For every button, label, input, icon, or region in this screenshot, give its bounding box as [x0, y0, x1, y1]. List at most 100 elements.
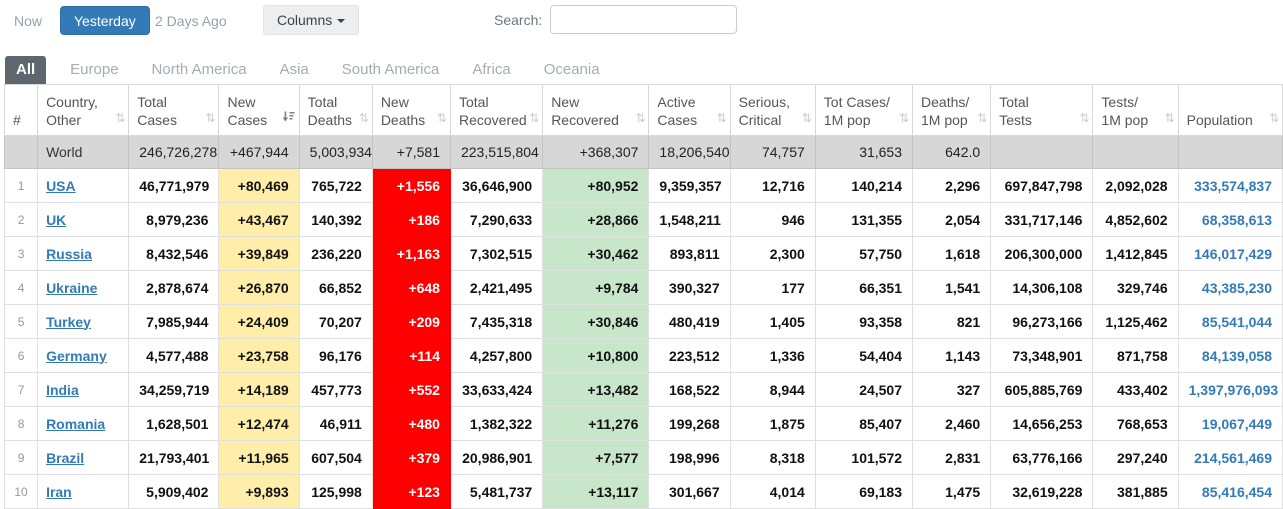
- search-input[interactable]: [550, 5, 737, 34]
- column-label: Population: [1187, 112, 1253, 128]
- cell-total_recovered: 7,435,318: [450, 305, 542, 339]
- tab-africa[interactable]: Africa: [461, 56, 521, 84]
- cell-total_cases: 4,577,488: [129, 339, 219, 373]
- tab-all[interactable]: All: [5, 56, 46, 84]
- column-header-total_cases[interactable]: Total Cases⇅: [129, 85, 219, 136]
- cell-new_deaths: +186: [372, 203, 450, 237]
- column-header-tests_per_1m[interactable]: Tests/ 1M pop⇅: [1093, 85, 1178, 136]
- tab-south-america[interactable]: South America: [331, 56, 451, 84]
- cell-total_tests: 331,717,146: [991, 203, 1093, 237]
- country-link[interactable]: Brazil: [46, 450, 84, 466]
- sort-icon: ⇅: [437, 111, 447, 127]
- country-link[interactable]: Russia: [46, 246, 92, 262]
- cell-total_deaths: 140,392: [299, 203, 372, 237]
- cell-population[interactable]: 68,358,613: [1178, 203, 1282, 237]
- covid-stats-table: #Country, Other⇅Total Cases⇅New CasesTot…: [4, 84, 1283, 509]
- country-link[interactable]: Germany: [46, 348, 107, 364]
- cell-total_tests: 63,776,166: [991, 441, 1093, 475]
- column-header-total_tests[interactable]: Total Tests ⇅: [991, 85, 1093, 136]
- cell-population[interactable]: 85,541,044: [1178, 305, 1282, 339]
- cell-total_cases: 8,432,546: [129, 237, 219, 271]
- cell-population[interactable]: 43,385,230: [1178, 271, 1282, 305]
- cell-population[interactable]: 84,139,058: [1178, 339, 1282, 373]
- cell-deaths_per_1m: 2,296: [913, 169, 991, 203]
- column-header-active_cases[interactable]: Active Cases⇅: [649, 85, 730, 136]
- cell-new_cases: +14,189: [219, 373, 299, 407]
- two-days-ago-tab[interactable]: 2 Days Ago: [155, 13, 227, 29]
- column-header-cases_per_1m[interactable]: Tot Cases/ 1M pop⇅: [815, 85, 912, 136]
- country-link[interactable]: Turkey: [46, 314, 91, 330]
- cell-rank: 7: [5, 373, 38, 407]
- cell-new_recovered: +80,952: [543, 169, 649, 203]
- country-link[interactable]: India: [46, 382, 79, 398]
- cell-deaths_per_1m: 1,143: [913, 339, 991, 373]
- cell-population[interactable]: 1,397,976,093: [1178, 373, 1282, 407]
- column-header-total_deaths[interactable]: Total Deaths⇅: [299, 85, 372, 136]
- country-link[interactable]: UK: [46, 212, 66, 228]
- cell-deaths_per_1m: 2,831: [913, 441, 991, 475]
- sort-icon: ⇅: [1079, 111, 1089, 127]
- column-header-deaths_per_1m[interactable]: Deaths/ 1M pop⇅: [913, 85, 991, 136]
- cell-new_cases: +39,849: [219, 237, 299, 271]
- column-label: New Recovered: [551, 94, 619, 128]
- tab-asia[interactable]: Asia: [269, 56, 320, 84]
- search-group: Search:: [494, 5, 737, 34]
- columns-button[interactable]: Columns: [263, 5, 359, 35]
- cell-new_deaths: +7,581: [372, 136, 450, 169]
- country-link[interactable]: Ukraine: [46, 280, 97, 296]
- cell-total_tests: 73,348,901: [991, 339, 1093, 373]
- cell-cases_per_1m: 131,355: [815, 203, 912, 237]
- column-header-serious_critical[interactable]: Serious, Critical⇅: [730, 85, 815, 136]
- sort-icon: ⇅: [635, 111, 645, 127]
- column-header-total_recovered[interactable]: Total Recovered⇅: [450, 85, 542, 136]
- cell-total_deaths: 46,911: [299, 407, 372, 441]
- cell-serious_critical: 177: [730, 271, 815, 305]
- cell-country: Ukraine: [38, 271, 129, 305]
- sort-icon: ⇅: [802, 111, 812, 127]
- country-link[interactable]: USA: [46, 178, 76, 194]
- column-label: Total Deaths: [308, 94, 352, 128]
- column-header-country[interactable]: Country, Other⇅: [38, 85, 129, 136]
- cell-population[interactable]: 146,017,429: [1178, 237, 1282, 271]
- cell-population[interactable]: 333,574,837: [1178, 169, 1282, 203]
- column-label: Total Tests: [999, 94, 1032, 128]
- cell-total_recovered: 20,986,901: [450, 441, 542, 475]
- cell-total_recovered: 2,421,495: [450, 271, 542, 305]
- column-header-new_cases[interactable]: New Cases: [219, 85, 299, 136]
- cell-population[interactable]: 85,416,454: [1178, 475, 1282, 509]
- tab-oceania[interactable]: Oceania: [533, 56, 611, 84]
- column-label: Country, Other: [46, 94, 98, 128]
- cell-total_deaths: 5,003,934: [299, 136, 372, 169]
- cell-rank: [5, 136, 38, 169]
- cell-active_cases: 390,327: [649, 271, 730, 305]
- cell-country: India: [38, 373, 129, 407]
- cell-deaths_per_1m: 642.0: [913, 136, 991, 169]
- cell-new_cases: +12,474: [219, 407, 299, 441]
- yesterday-tab[interactable]: Yesterday: [60, 6, 150, 35]
- cell-total_cases: 7,985,944: [129, 305, 219, 339]
- cell-total_recovered: 1,382,322: [450, 407, 542, 441]
- cell-deaths_per_1m: 2,460: [913, 407, 991, 441]
- column-label: Tests/ 1M pop: [1101, 94, 1148, 128]
- table-row: 4Ukraine2,878,674+26,87066,852+6482,421,…: [5, 271, 1283, 305]
- cell-deaths_per_1m: 821: [913, 305, 991, 339]
- cell-total_cases: 21,793,401: [129, 441, 219, 475]
- country-link[interactable]: Iran: [46, 484, 72, 500]
- country-link[interactable]: Romania: [46, 416, 105, 432]
- column-header-new_deaths[interactable]: New Deaths⇅: [372, 85, 450, 136]
- cell-tests_per_1m: 1,125,462: [1093, 305, 1178, 339]
- cell-new_recovered: +9,784: [543, 271, 649, 305]
- cell-total_deaths: 457,773: [299, 373, 372, 407]
- cell-population[interactable]: 19,067,449: [1178, 407, 1282, 441]
- tab-europe[interactable]: Europe: [59, 56, 129, 84]
- column-header-new_recovered[interactable]: New Recovered ⇅: [543, 85, 649, 136]
- now-tab[interactable]: Now: [14, 13, 42, 29]
- cell-rank: 6: [5, 339, 38, 373]
- cell-population[interactable]: 214,561,469: [1178, 441, 1282, 475]
- toolbar: Now Yesterday 2 Days Ago Columns Search:: [0, 0, 1283, 46]
- cell-serious_critical: 4,014: [730, 475, 815, 509]
- cell-cases_per_1m: 66,351: [815, 271, 912, 305]
- tab-north-america[interactable]: North America: [141, 56, 258, 84]
- column-header-population[interactable]: Population⇅: [1178, 85, 1282, 136]
- cell-total_deaths: 236,220: [299, 237, 372, 271]
